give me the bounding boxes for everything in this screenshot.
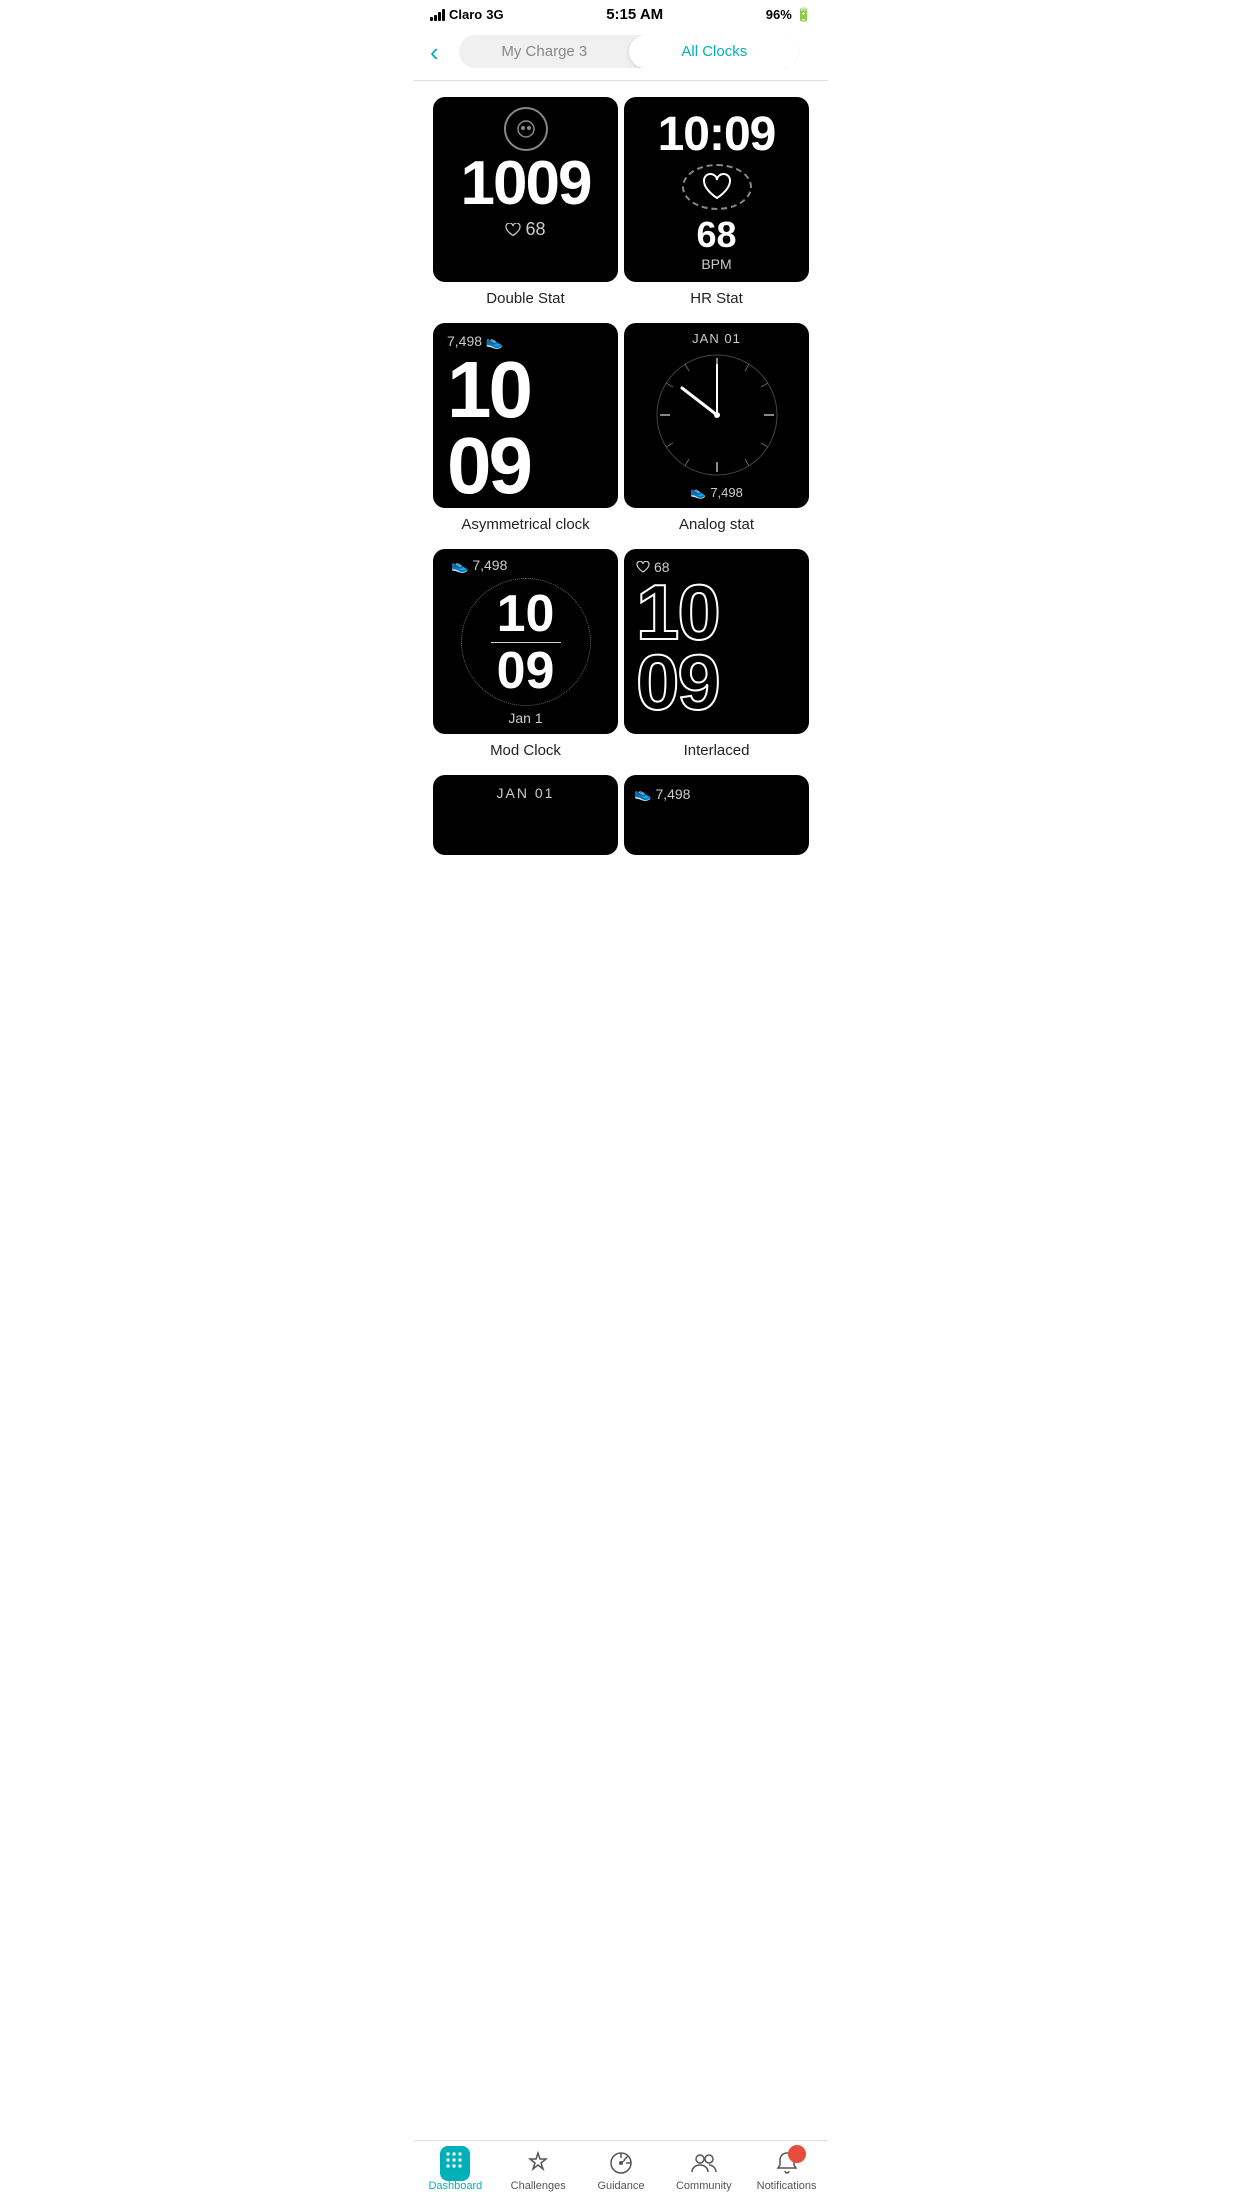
community-label: Community (676, 2180, 732, 2192)
main-content: 1009 68 Double Stat 10:09 (414, 81, 828, 975)
battery-icon: 🔋 (796, 7, 812, 23)
mod-hour: 10 (497, 588, 555, 640)
mod-min: 09 (497, 645, 555, 697)
guidance-icon-wrap (606, 2149, 636, 2177)
asymmetrical-hour: 10 (447, 352, 530, 428)
notification-badge (788, 2145, 806, 2163)
clock-item-hr-stat[interactable]: 10:09 68 BPM HR Stat (621, 97, 812, 307)
clock-grid: 1009 68 Double Stat 10:09 (414, 81, 828, 895)
double-stat-label: Double Stat (486, 290, 564, 307)
dashboard-icon-wrap (440, 2149, 470, 2177)
notifications-label: Notifications (757, 2180, 817, 2192)
hr-stat-value: 68 (696, 214, 736, 256)
challenges-label: Challenges (511, 2180, 566, 2192)
clock-item-analog[interactable]: JAN 01 (621, 323, 812, 533)
battery-percent: 96% (766, 7, 792, 22)
clock-face-asymmetrical: 7,498 👟 10 09 68 (433, 323, 618, 508)
tab-all-clocks[interactable]: All Clocks (629, 35, 799, 68)
status-left: Claro 3G (430, 7, 504, 22)
partial2-steps: 👟 7,498 (634, 785, 690, 802)
back-button[interactable]: ‹ (430, 39, 439, 65)
mod-label: Mod Clock (490, 742, 561, 759)
carrier-name: Claro (449, 7, 482, 22)
clock-item-partial2[interactable]: 👟 7,498 (621, 775, 812, 863)
mod-ring: 10 09 (461, 578, 591, 706)
dashboard-icon (440, 2146, 470, 2181)
nav-header: ‹ My Charge 3 All Clocks (414, 27, 828, 81)
hr-stat-time: 10:09 (658, 107, 776, 162)
clock-item-interlaced[interactable]: 68 10 09 Interlaced (621, 549, 812, 759)
status-time: 5:15 AM (606, 6, 663, 23)
clock-item-partial1[interactable]: JAN 01 (430, 775, 621, 863)
interlaced-min: 09 (636, 647, 719, 717)
double-stat-time: 1009 (461, 153, 591, 215)
double-stat-hr-value: 68 (525, 219, 545, 240)
clock-face-analog: JAN 01 (624, 323, 809, 508)
tab-guidance[interactable]: Guidance (580, 2149, 663, 2192)
mod-date: Jan 1 (508, 710, 542, 726)
guidance-label: Guidance (597, 2180, 644, 2192)
clock-face-double-stat: 1009 68 (433, 97, 618, 282)
analog-clock-face (652, 350, 782, 480)
clock-item-mod[interactable]: 👟 7,498 10 09 Jan 1 Mod Clock (430, 549, 621, 759)
clock-item-double-stat[interactable]: 1009 68 Double Stat (430, 97, 621, 307)
tab-switcher: My Charge 3 All Clocks (459, 35, 799, 68)
asymmetrical-label: Asymmetrical clock (461, 516, 589, 533)
analog-steps: 👟 7,498 (690, 484, 743, 500)
clock-face-hr-stat: 10:09 68 BPM (624, 97, 809, 282)
clock-face-partial2: 👟 7,498 (624, 775, 809, 855)
clock-face-mod: 👟 7,498 10 09 Jan 1 (433, 549, 618, 734)
challenges-icon-wrap (523, 2149, 553, 2177)
interlaced-nums: 10 09 (636, 577, 719, 717)
analog-label: Analog stat (679, 516, 754, 533)
network-type: 3G (486, 7, 503, 22)
clock-item-asymmetrical[interactable]: 7,498 👟 10 09 68 Asymmetrical clock (430, 323, 621, 533)
signal-bar-4 (442, 9, 445, 21)
signal-bar-1 (430, 17, 433, 21)
interlaced-hour: 10 (636, 577, 719, 647)
signal-bar-2 (434, 15, 437, 21)
hr-stat-label: HR Stat (690, 290, 743, 307)
status-right: 96% 🔋 (766, 7, 812, 23)
mod-steps: 👟 7,498 (451, 557, 507, 574)
status-bar: Claro 3G 5:15 AM 96% 🔋 (414, 0, 828, 27)
tab-my-charge[interactable]: My Charge 3 (459, 35, 629, 68)
dashboard-label: Dashboard (428, 2180, 482, 2192)
tab-dashboard[interactable]: Dashboard (414, 2149, 497, 2192)
signal-bars (430, 9, 445, 21)
clock-face-partial1: JAN 01 (433, 775, 618, 855)
analog-date: JAN 01 (692, 331, 741, 346)
tab-community[interactable]: Community (662, 2149, 745, 2192)
double-stat-icon (504, 107, 548, 151)
interlaced-label: Interlaced (684, 742, 750, 759)
tab-challenges[interactable]: Challenges (497, 2149, 580, 2192)
tab-bar: Dashboard Challenges Guidance (414, 2140, 828, 2208)
double-stat-hr: 68 (505, 219, 545, 240)
partial1-date: JAN 01 (497, 785, 555, 801)
community-icon-wrap (689, 2149, 719, 2177)
asymmetrical-min: 09 (447, 428, 530, 504)
notifications-icon-wrap (772, 2149, 802, 2177)
signal-bar-3 (438, 12, 441, 21)
hr-stat-ring (682, 164, 752, 210)
clock-face-interlaced: 68 10 09 (624, 549, 809, 734)
tab-notifications[interactable]: Notifications (745, 2149, 828, 2192)
hr-stat-bpm: BPM (701, 256, 731, 272)
